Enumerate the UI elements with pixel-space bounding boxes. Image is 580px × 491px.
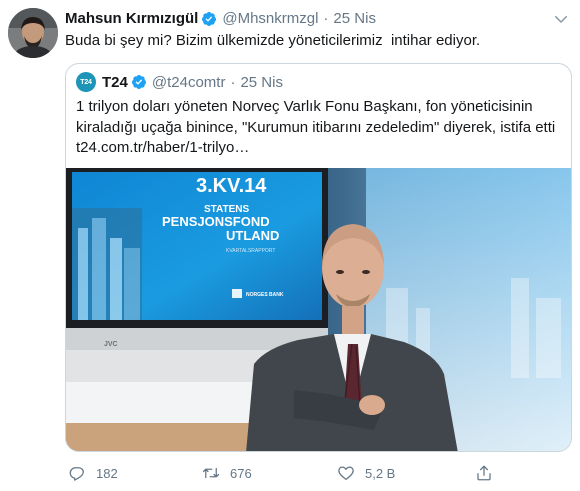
like-count: 5,2 B	[365, 465, 396, 481]
verified-badge-icon	[131, 75, 146, 89]
reply-icon	[69, 467, 84, 481]
author-handle[interactable]: @Mhsnkrmzgl	[222, 9, 318, 29]
verified-badge-icon	[202, 12, 217, 26]
share-icon	[477, 465, 491, 481]
screen-text-line5: KVARTALSRAPPORT	[226, 248, 275, 254]
tweet-actions: 182 676 5,2 B	[65, 463, 570, 483]
author-name[interactable]: Mahsun Kırmızıgül	[65, 9, 198, 29]
quoted-author-handle: @t24comtr	[151, 73, 226, 91]
separator-dot: ·	[323, 10, 329, 27]
share-button[interactable]	[475, 463, 503, 483]
quoted-tweet-text: 1 trilyon doları yöneten Norveç Varlık F…	[76, 98, 556, 156]
screen-text-line3: PENSJONSFOND	[162, 214, 270, 229]
caret-down-icon[interactable]	[552, 10, 570, 28]
quoted-tweet-photo[interactable]: 3.KV.14 STATENS PENSJONSFOND UTLAND KVAR…	[66, 168, 572, 452]
retweet-button[interactable]: 676	[202, 463, 252, 483]
like-button[interactable]: 5,2 B	[337, 463, 395, 483]
tweet-date[interactable]: 25 Nis	[333, 9, 376, 29]
screen-text-line4: UTLAND	[226, 228, 279, 243]
retweet-count: 676	[230, 465, 252, 481]
tweet[interactable]: Mahsun Kırmızıgül @Mhsnkrmzgl · 25 Nis B…	[0, 0, 580, 491]
author-avatar[interactable]	[8, 8, 58, 58]
reply-button[interactable]: 182	[68, 463, 118, 483]
separator-dot: ·	[230, 73, 236, 91]
quoted-author-avatar[interactable]: T24	[76, 72, 96, 92]
like-icon	[338, 466, 354, 481]
reply-count: 182	[96, 465, 118, 481]
screen-logo-text: NORGES BANK	[246, 292, 284, 298]
quoted-tweet[interactable]: T24 T24 @t24comtr · 25 Nis 1 trilyon dol…	[65, 63, 572, 452]
retweet-icon	[202, 467, 220, 479]
tweet-header: Mahsun Kırmızıgül @Mhsnkrmzgl · 25 Nis	[65, 9, 376, 29]
tweet-text: Buda bi şey mi? Bizim ülkemizde yönetici…	[65, 32, 481, 49]
screen-text-quarter: 3.KV.14	[196, 175, 267, 197]
monitor-brand-text: JVC	[104, 341, 118, 348]
quoted-avatar-text: T24	[80, 78, 92, 86]
quoted-tweet-header: T24 T24 @t24comtr · 25 Nis	[76, 72, 283, 92]
quoted-author-name[interactable]: T24	[102, 74, 128, 91]
quoted-tweet-date: 25 Nis	[240, 73, 283, 91]
